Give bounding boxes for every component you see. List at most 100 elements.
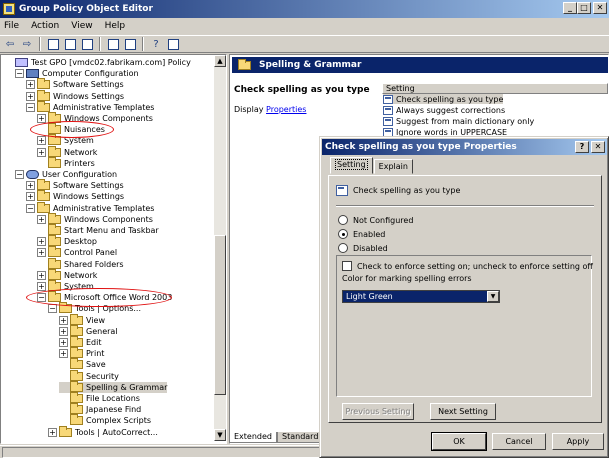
tree-item[interactable]: − Administrative Templates xyxy=(26,100,154,113)
dialog-help-button[interactable]: ? xyxy=(575,141,589,153)
expand-icon[interactable]: + xyxy=(37,248,46,258)
tree-item[interactable]: Security xyxy=(59,369,119,382)
color-select[interactable]: Light Green ▼ xyxy=(342,290,500,303)
tree-item-label: Spelling & Grammar xyxy=(86,382,168,392)
help-icon[interactable]: ? xyxy=(149,38,163,51)
tree-item[interactable]: + Tools | AutoCorrect... xyxy=(48,425,158,438)
tab-explain[interactable]: Explain xyxy=(373,159,413,174)
dialog-close-button[interactable]: ✕ xyxy=(591,141,605,153)
next-setting-button[interactable]: Next Setting xyxy=(430,403,496,420)
tree-item[interactable]: − User Configuration xyxy=(15,169,117,180)
collapse-icon[interactable]: − xyxy=(48,304,57,314)
dialog-titlebar[interactable]: Check spelling as you type Properties ? … xyxy=(322,139,607,155)
list-item[interactable]: Suggest from main dictionary only xyxy=(383,116,534,126)
back-arrow-icon[interactable]: ⇦ xyxy=(3,38,17,51)
expand-icon[interactable]: + xyxy=(37,270,46,280)
folder-icon xyxy=(48,156,61,168)
list-item[interactable]: Check spelling as you type xyxy=(383,94,504,104)
forward-arrow-icon[interactable]: ⇨ xyxy=(20,38,34,51)
tree-item[interactable]: + Edit xyxy=(59,336,102,348)
menu-file[interactable]: File xyxy=(4,21,19,31)
view-icon[interactable] xyxy=(166,38,180,51)
folder-icon xyxy=(70,380,83,392)
up-folder-icon[interactable] xyxy=(46,38,60,51)
tree-item[interactable]: + Network xyxy=(37,145,97,158)
radio-enabled-circle[interactable] xyxy=(338,229,348,239)
collapse-icon[interactable]: − xyxy=(26,102,35,112)
apply-button[interactable]: Apply xyxy=(552,433,604,450)
close-button[interactable]: ✕ xyxy=(593,2,607,14)
radio-enabled[interactable]: Enabled xyxy=(338,229,385,239)
collapse-icon[interactable]: − xyxy=(15,170,24,179)
scroll-down-button[interactable]: ▼ xyxy=(214,429,226,441)
expand-icon[interactable]: + xyxy=(37,237,46,247)
export-list-icon[interactable] xyxy=(80,38,94,51)
tree-item[interactable]: Complex Scripts xyxy=(59,414,151,426)
maximize-button[interactable]: □ xyxy=(577,2,591,14)
tree-item[interactable]: + View xyxy=(59,313,105,326)
enforce-checkbox-row[interactable]: Check to enforce setting on; uncheck to … xyxy=(342,261,593,271)
expand-icon[interactable]: + xyxy=(37,136,46,146)
collapse-icon[interactable]: − xyxy=(15,69,24,79)
menu-help[interactable]: Help xyxy=(105,21,126,31)
tree-scrollbar[interactable]: ▲ ▼ xyxy=(214,55,226,441)
expand-icon[interactable]: + xyxy=(59,338,68,347)
properties-link[interactable]: Properties xyxy=(266,105,306,114)
column-header-setting[interactable]: Setting xyxy=(382,83,608,94)
menu-action[interactable]: Action xyxy=(31,21,59,31)
tab-extended[interactable]: Extended xyxy=(229,432,277,443)
expand-icon[interactable]: + xyxy=(26,91,35,101)
scroll-thumb[interactable] xyxy=(214,235,226,395)
color-select-value: Light Green xyxy=(346,292,393,301)
collapse-icon[interactable]: − xyxy=(26,203,35,213)
refresh-icon[interactable] xyxy=(123,38,137,51)
tree-item[interactable]: − Administrative Templates xyxy=(26,201,155,214)
list-item[interactable]: Always suggest corrections xyxy=(383,105,505,115)
cancel-button[interactable]: Cancel xyxy=(492,433,546,450)
expand-icon[interactable]: + xyxy=(26,181,35,191)
tree-item[interactable]: + Print xyxy=(59,347,105,359)
tree-item[interactable]: − Computer Configuration xyxy=(15,68,139,79)
folder-icon xyxy=(48,235,61,247)
expand-icon[interactable]: + xyxy=(37,282,46,291)
properties-icon[interactable] xyxy=(106,38,120,51)
radio-not-configured[interactable]: Not Configured xyxy=(338,215,413,225)
radio-disabled[interactable]: Disabled xyxy=(338,243,388,253)
minimize-button[interactable]: _ xyxy=(563,2,577,14)
expand-icon[interactable]: + xyxy=(48,427,57,437)
expand-icon[interactable]: + xyxy=(37,147,46,157)
chevron-down-icon[interactable]: ▼ xyxy=(487,291,499,302)
show-tree-icon[interactable] xyxy=(63,38,77,51)
ok-button[interactable]: OK xyxy=(431,432,487,451)
tree-item[interactable]: + Desktop xyxy=(37,235,97,247)
expand-icon[interactable]: + xyxy=(37,114,46,123)
tree-item[interactable]: + Network xyxy=(37,268,97,281)
word-2003-highlight-ellipse xyxy=(26,288,172,307)
setting-icon xyxy=(383,94,393,104)
scroll-up-button[interactable]: ▲ xyxy=(214,55,226,67)
tree-item[interactable]: Printers xyxy=(37,156,95,169)
radio-not-configured-circle[interactable] xyxy=(338,215,348,225)
enforce-checkbox[interactable] xyxy=(342,261,352,271)
tab-setting[interactable]: Setting xyxy=(330,157,373,174)
expand-icon[interactable]: + xyxy=(59,326,68,336)
tree-item[interactable]: Save xyxy=(59,358,106,370)
folder-icon xyxy=(37,201,50,213)
tree-item[interactable]: Test GPO [vmdc02.fabrikam.com] Policy xyxy=(4,57,191,68)
tree-item-label: Administrative Templates xyxy=(53,203,155,213)
radio-disabled-circle[interactable] xyxy=(338,243,348,253)
tree-item-label: Print xyxy=(86,349,105,359)
expand-icon[interactable]: + xyxy=(59,315,68,325)
expand-icon[interactable]: + xyxy=(37,214,46,224)
tree-item[interactable]: + General xyxy=(59,324,118,337)
menu-view[interactable]: View xyxy=(71,21,92,31)
properties-dialog[interactable]: Check spelling as you type Properties ? … xyxy=(319,136,609,458)
tree-item-label: Tools | AutoCorrect... xyxy=(75,427,158,437)
expand-icon[interactable]: + xyxy=(26,192,35,202)
tree-pane[interactable]: Test GPO [vmdc02.fabrikam.com] Policy − Co… xyxy=(0,54,227,444)
expand-icon[interactable]: + xyxy=(26,80,35,90)
window-titlebar[interactable]: Group Policy Object Editor _ □ ✕ xyxy=(0,0,609,18)
previous-setting-button[interactable]: Previous Setting xyxy=(342,403,414,420)
expand-icon[interactable]: + xyxy=(59,349,68,359)
tab-standard[interactable]: Standard xyxy=(277,432,324,443)
